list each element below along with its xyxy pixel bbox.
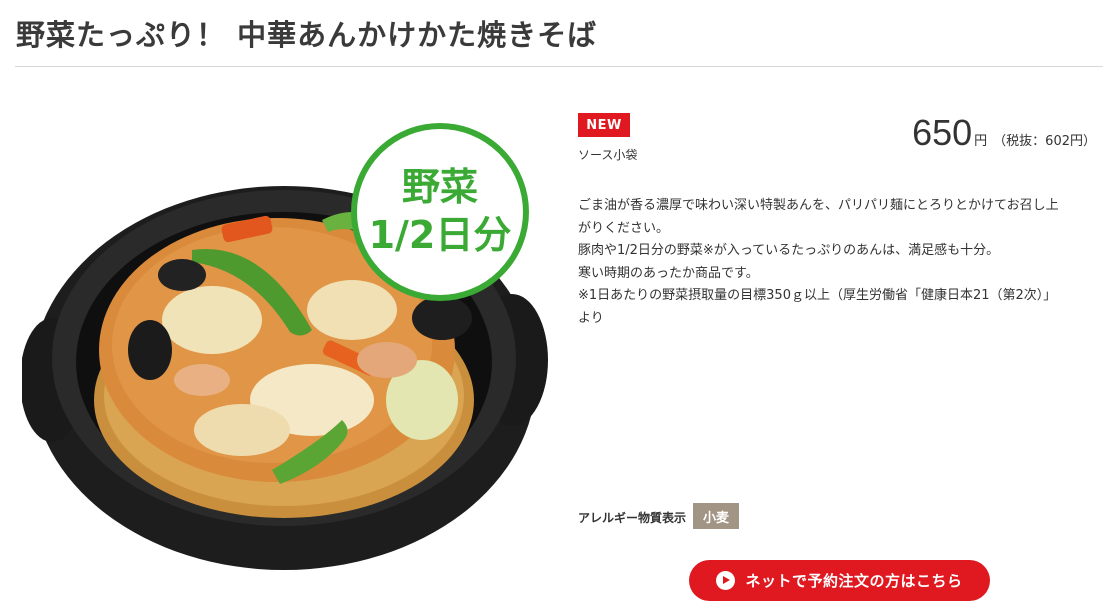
product-description: ごま油が香る濃厚で味わい深い特製あんを、パリパリ麺にとろりとかけてお召し上 がり… — [578, 195, 1098, 330]
description-line: 豚肉や1/2日分の野菜※が入っているたっぷりのあんは、満足感も十分。 — [578, 243, 1000, 258]
play-circle-icon — [716, 571, 736, 590]
order-online-button[interactable]: ネットで予約注文の方はこちら — [689, 560, 990, 601]
description-line: ごま油が香る濃厚で味わい深い特製あんを、パリパリ麺にとろりとかけてお召し上 — [578, 198, 1059, 213]
title-divider — [15, 66, 1103, 67]
description-line: ※1日あたりの野菜摂取量の目標350ｇ以上（厚生労働省「健康日本21（第2次）」 — [578, 288, 1057, 303]
sauce-note: ソース小袋 — [578, 148, 638, 162]
price: 650 円 （税抜：602円） — [912, 112, 1096, 154]
allergen-tag: 小麦 — [693, 503, 739, 529]
veg-badge-line1: 野菜 — [402, 165, 478, 209]
product-photo: 野菜 1/2日分 — [22, 100, 552, 570]
allergy-label: アレルギー物質表示 — [578, 511, 687, 525]
description-line: より — [578, 310, 604, 326]
description-line: 寒い時期のあったか商品です。 — [578, 265, 759, 281]
description-line: がりください。 — [578, 220, 670, 236]
page-title: 野菜たっぷり！ 中華あんかけかた焼きそば — [16, 18, 598, 52]
veg-badge-line2: 1/2日分 — [369, 213, 512, 257]
price-unit: 円 — [974, 134, 988, 149]
price-value: 650 — [912, 112, 973, 153]
order-button-label: ネットで予約注文の方はこちら — [745, 572, 963, 590]
new-badge: NEW — [578, 113, 630, 137]
price-tax-excluded: （税抜：602円） — [993, 134, 1096, 149]
